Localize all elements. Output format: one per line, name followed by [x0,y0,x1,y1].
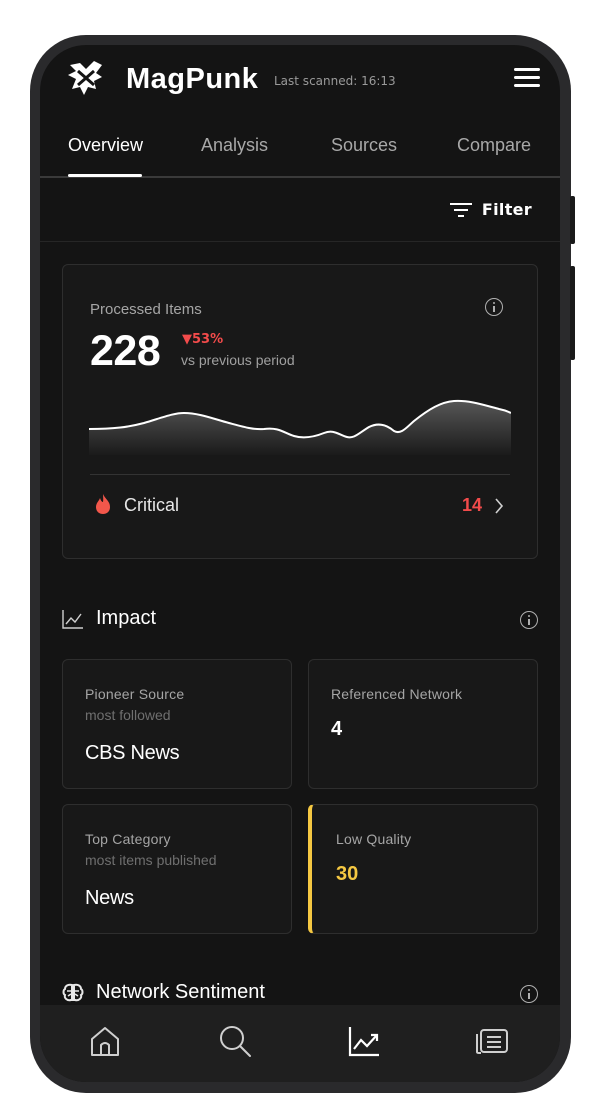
stat-subtitle: most followed [85,707,171,723]
tab-bar: Overview Analysis Sources Compare [40,125,560,178]
tab-sources[interactable]: Sources [331,135,397,156]
news-feed-icon[interactable] [475,1023,511,1059]
low-quality-card[interactable]: Low Quality 30 [308,804,538,934]
info-icon[interactable] [520,985,538,1003]
stat-title: Pioneer Source [85,686,185,702]
stat-value: CBS News [85,742,180,764]
phone-volume-button [570,266,575,360]
top-category-card[interactable]: Top Category most items published News [62,804,292,934]
card-divider [90,474,510,475]
processed-items-value: 228 [90,327,161,375]
change-note: vs previous period [181,352,295,368]
stat-subtitle: most items published [85,852,217,868]
stat-value: 30 [336,863,359,885]
app-screen: MagPunk Last scanned: 16:13 Overview Ana… [40,45,560,1082]
critical-label: Critical [124,495,180,515]
hamburger-menu-icon[interactable] [514,68,540,88]
trend-chart-icon [62,610,83,629]
phone-side-button [570,196,575,244]
chevron-right-icon [495,498,504,514]
app-header: MagPunk Last scanned: 16:13 [40,45,560,115]
filter-button[interactable]: Filter [449,200,532,219]
filter-icon [449,202,472,217]
info-icon[interactable] [520,611,538,629]
stat-title: Referenced Network [331,686,463,702]
tab-analysis[interactable]: Analysis [201,135,268,156]
critical-row[interactable]: Critical 14 [90,487,510,523]
processed-items-card: Processed Items 228 ▼53% vs previous per… [62,264,538,559]
search-icon[interactable] [217,1023,253,1059]
network-sentiment-title: Network Sentiment [96,981,265,1003]
stat-title: Low Quality [336,831,412,847]
referenced-network-card[interactable]: Referenced Network 4 [308,659,538,789]
stat-title: Top Category [85,831,171,847]
impact-section-header: Impact [62,605,538,635]
stat-value: 4 [331,718,343,740]
stat-value: News [85,887,134,909]
impact-title: Impact [96,607,157,629]
magpie-logo-icon [68,61,102,95]
pioneer-source-card[interactable]: Pioneer Source most followed CBS News [62,659,292,789]
tab-compare[interactable]: Compare [457,135,531,156]
tab-overview[interactable]: Overview [68,135,143,156]
critical-count: 14 [461,495,482,515]
home-icon[interactable] [87,1023,123,1059]
last-scanned-label: Last scanned: 16:13 [274,74,396,88]
filter-label: Filter [481,200,532,219]
bottom-navigation [40,1005,560,1082]
brain-icon [62,983,84,1002]
trend-chart-icon[interactable] [346,1023,382,1059]
app-brand: MagPunk [126,63,259,95]
processed-items-label: Processed Items [90,301,202,318]
processed-items-sparkline [89,399,511,455]
active-tab-indicator [68,174,142,177]
change-percentage: ▼53% [182,332,224,347]
info-icon[interactable] [485,298,503,316]
filter-bar: Filter [40,180,560,242]
flame-icon [96,494,110,514]
